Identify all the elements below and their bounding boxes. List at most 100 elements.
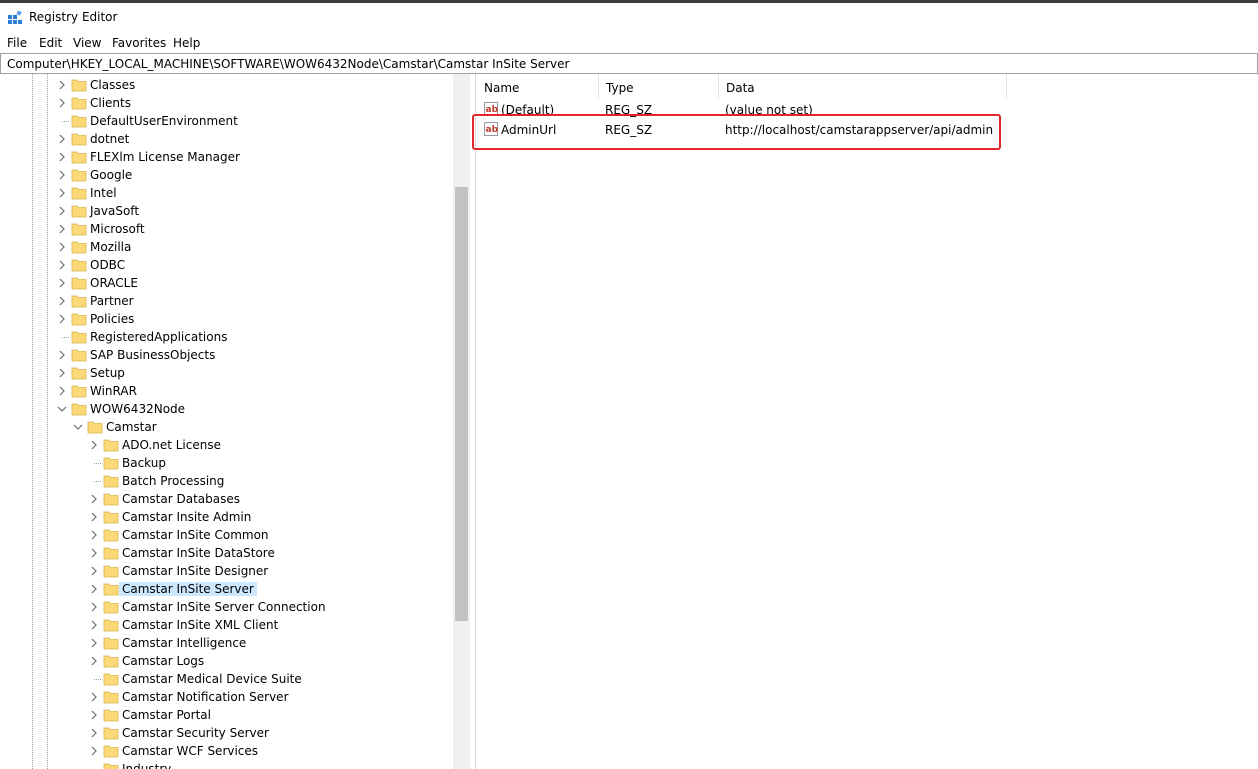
tree-leaf-connector bbox=[94, 463, 101, 464]
chevron-right-icon[interactable] bbox=[88, 636, 100, 650]
folder-icon bbox=[71, 79, 87, 92]
tree-item[interactable]: Google bbox=[0, 166, 453, 184]
tree-item[interactable]: Camstar InSite Common bbox=[0, 526, 453, 544]
chevron-right-icon[interactable] bbox=[56, 96, 68, 110]
tree-item[interactable]: Camstar InSite DataStore bbox=[0, 544, 453, 562]
tree-item[interactable]: ADO.net License bbox=[0, 436, 453, 454]
chevron-right-icon[interactable] bbox=[56, 204, 68, 218]
tree-item-label: SAP BusinessObjects bbox=[90, 348, 216, 362]
tree-item[interactable]: Clients bbox=[0, 94, 453, 112]
chevron-right-icon[interactable] bbox=[88, 528, 100, 542]
chevron-right-icon[interactable] bbox=[88, 492, 100, 506]
chevron-down-icon[interactable] bbox=[56, 402, 68, 416]
chevron-right-icon[interactable] bbox=[56, 294, 68, 308]
column-header-data[interactable]: Data bbox=[718, 74, 1007, 98]
chevron-right-icon[interactable] bbox=[56, 78, 68, 92]
tree-item[interactable]: WinRAR bbox=[0, 382, 453, 400]
chevron-right-icon[interactable] bbox=[56, 366, 68, 380]
chevron-right-icon[interactable] bbox=[56, 240, 68, 254]
tree-item[interactable]: Camstar Medical Device Suite bbox=[0, 670, 453, 688]
tree-item[interactable]: Industry bbox=[0, 760, 453, 769]
folder-icon bbox=[71, 295, 87, 308]
chevron-right-icon[interactable] bbox=[88, 708, 100, 722]
tree-item[interactable]: Mozilla bbox=[0, 238, 453, 256]
tree-item[interactable]: DefaultUserEnvironment bbox=[0, 112, 453, 130]
chevron-right-icon[interactable] bbox=[88, 726, 100, 740]
chevron-right-icon[interactable] bbox=[56, 186, 68, 200]
tree-item[interactable]: Camstar Databases bbox=[0, 490, 453, 508]
column-header-name[interactable]: Name bbox=[476, 74, 599, 98]
chevron-right-icon[interactable] bbox=[88, 600, 100, 614]
tree-item[interactable]: Microsoft bbox=[0, 220, 453, 238]
tree-item[interactable]: Camstar Notification Server bbox=[0, 688, 453, 706]
chevron-right-icon[interactable] bbox=[88, 564, 100, 578]
tree-item[interactable]: Classes bbox=[0, 76, 453, 94]
tree-item-label: Camstar InSite DataStore bbox=[122, 546, 275, 560]
tree-item[interactable]: WOW6432Node bbox=[0, 400, 453, 418]
chevron-right-icon[interactable] bbox=[88, 744, 100, 758]
column-header-name-label: Name bbox=[484, 81, 520, 95]
tree-item[interactable]: Camstar bbox=[0, 418, 453, 436]
folder-icon bbox=[103, 439, 119, 452]
tree-item[interactable]: RegisteredApplications bbox=[0, 328, 453, 346]
chevron-right-icon[interactable] bbox=[56, 348, 68, 362]
tree-item[interactable]: Batch Processing bbox=[0, 472, 453, 490]
tree-item[interactable]: Policies bbox=[0, 310, 453, 328]
chevron-right-icon[interactable] bbox=[56, 150, 68, 164]
tree-item[interactable]: JavaSoft bbox=[0, 202, 453, 220]
tree-item[interactable]: Setup bbox=[0, 364, 453, 382]
tree-item[interactable]: dotnet bbox=[0, 130, 453, 148]
tree-item[interactable]: Backup bbox=[0, 454, 453, 472]
tree-item[interactable]: Camstar Security Server bbox=[0, 724, 453, 742]
chevron-right-icon[interactable] bbox=[56, 312, 68, 326]
tree-item[interactable]: Camstar Logs bbox=[0, 652, 453, 670]
menu-help[interactable]: Help bbox=[173, 36, 200, 50]
chevron-right-icon[interactable] bbox=[56, 258, 68, 272]
tree-item[interactable]: ORACLE bbox=[0, 274, 453, 292]
annotation-highlight-box bbox=[472, 114, 1001, 150]
tree-item[interactable]: Camstar Intelligence bbox=[0, 634, 453, 652]
tree-item[interactable]: SAP BusinessObjects bbox=[0, 346, 453, 364]
key-tree[interactable]: Classes Clients DefaultUserEnvironment dotn… bbox=[0, 74, 470, 769]
chevron-right-icon[interactable] bbox=[56, 168, 68, 182]
tree-item[interactable]: Camstar InSite XML Client bbox=[0, 616, 453, 634]
chevron-right-icon[interactable] bbox=[56, 276, 68, 290]
chevron-right-icon[interactable] bbox=[88, 546, 100, 560]
chevron-right-icon[interactable] bbox=[56, 384, 68, 398]
tree-item[interactable]: Camstar Portal bbox=[0, 706, 453, 724]
tree-scrollbar-thumb[interactable] bbox=[455, 187, 468, 621]
column-header-type[interactable]: Type bbox=[598, 74, 719, 98]
chevron-right-icon[interactable] bbox=[88, 618, 100, 632]
menu-edit[interactable]: Edit bbox=[39, 36, 62, 50]
tree-scrollbar[interactable] bbox=[453, 74, 470, 769]
tree-item-label: Camstar Security Server bbox=[122, 726, 269, 740]
tree-item[interactable]: Intel bbox=[0, 184, 453, 202]
folder-icon bbox=[103, 547, 119, 560]
tree-item[interactable]: FLEXlm License Manager bbox=[0, 148, 453, 166]
tree-item[interactable]: ODBC bbox=[0, 256, 453, 274]
tree-item[interactable]: Camstar InSite Designer bbox=[0, 562, 453, 580]
chevron-right-icon[interactable] bbox=[88, 510, 100, 524]
folder-icon bbox=[71, 133, 87, 146]
tree-item-label: Camstar bbox=[106, 420, 157, 434]
tree-item[interactable]: Camstar WCF Services bbox=[0, 742, 453, 760]
folder-icon bbox=[71, 313, 87, 326]
tree-item-label: Camstar Intelligence bbox=[122, 636, 247, 650]
menu-view[interactable]: View bbox=[73, 36, 101, 50]
chevron-right-icon[interactable] bbox=[88, 690, 100, 704]
chevron-right-icon[interactable] bbox=[88, 582, 100, 596]
menu-favorites[interactable]: Favorites bbox=[112, 36, 166, 50]
tree-item[interactable]: Camstar InSite Server bbox=[0, 580, 453, 598]
tree-leaf-connector bbox=[94, 679, 101, 680]
chevron-right-icon[interactable] bbox=[56, 222, 68, 236]
chevron-right-icon[interactable] bbox=[88, 654, 100, 668]
tree-item[interactable]: Partner bbox=[0, 292, 453, 310]
chevron-down-icon[interactable] bbox=[72, 420, 84, 434]
address-bar[interactable]: Computer\HKEY_LOCAL_MACHINE\SOFTWARE\WOW… bbox=[0, 53, 1258, 74]
menu-file[interactable]: File bbox=[7, 36, 27, 50]
chevron-right-icon[interactable] bbox=[88, 438, 100, 452]
values-list[interactable]: Name Type Data ab (Default) REG_SZ (valu… bbox=[476, 74, 1258, 769]
tree-item[interactable]: Camstar InSite Server Connection bbox=[0, 598, 453, 616]
chevron-right-icon[interactable] bbox=[56, 132, 68, 146]
tree-item[interactable]: Camstar Insite Admin bbox=[0, 508, 453, 526]
